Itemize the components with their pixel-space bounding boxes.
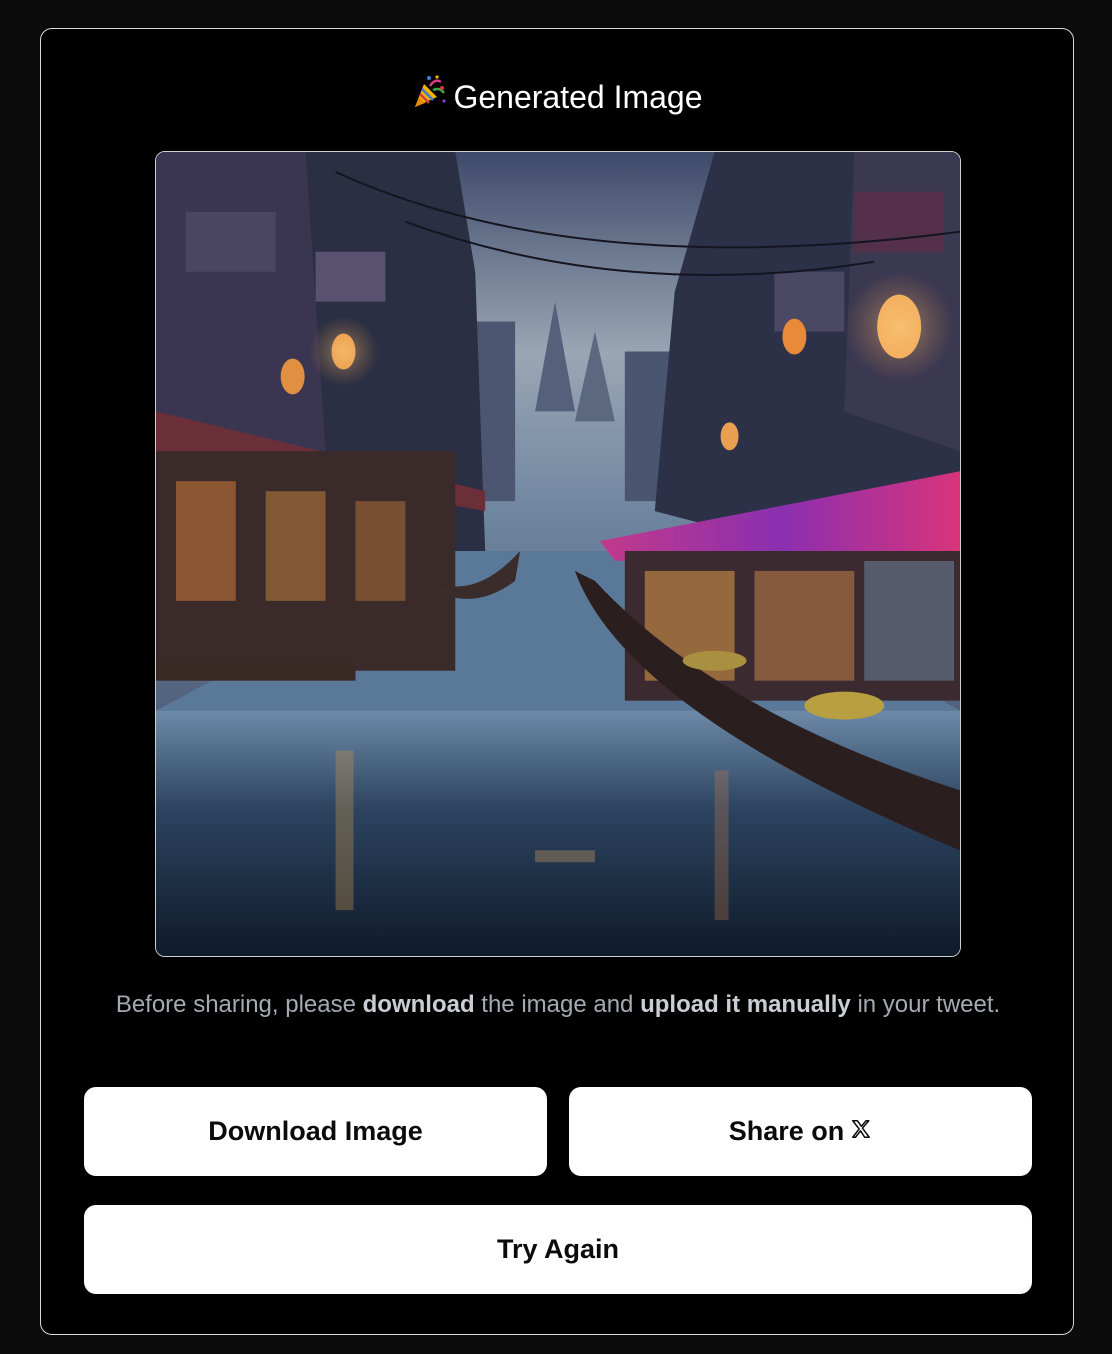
- generated-image[interactable]: [155, 151, 961, 957]
- generated-image-modal: Generated Image Before sharing, please d…: [40, 28, 1074, 1335]
- x-logo-icon: [850, 1116, 872, 1147]
- download-button-label: Download Image: [208, 1116, 423, 1146]
- canal-market-illustration: [156, 152, 960, 956]
- download-image-button[interactable]: Download Image: [84, 1087, 547, 1176]
- note-text-3: in your tweet.: [850, 991, 1001, 1018]
- note-bold-download: download: [362, 991, 475, 1018]
- note-bold-upload: upload it manually: [640, 991, 851, 1018]
- try-again-button[interactable]: Try Again: [84, 1205, 1032, 1294]
- modal-title: Generated Image: [41, 74, 1073, 119]
- share-instructions: Before sharing, please download the imag…: [111, 987, 1005, 1023]
- note-text-1: Before sharing, please: [115, 991, 363, 1018]
- note-text-2: the image and: [474, 991, 641, 1018]
- try-again-button-label: Try Again: [496, 1234, 620, 1264]
- share-on-x-button[interactable]: Share on: [569, 1087, 1032, 1176]
- share-button-label: Share on: [728, 1116, 845, 1146]
- party-popper-icon: [411, 74, 447, 119]
- modal-title-text: Generated Image: [453, 79, 703, 115]
